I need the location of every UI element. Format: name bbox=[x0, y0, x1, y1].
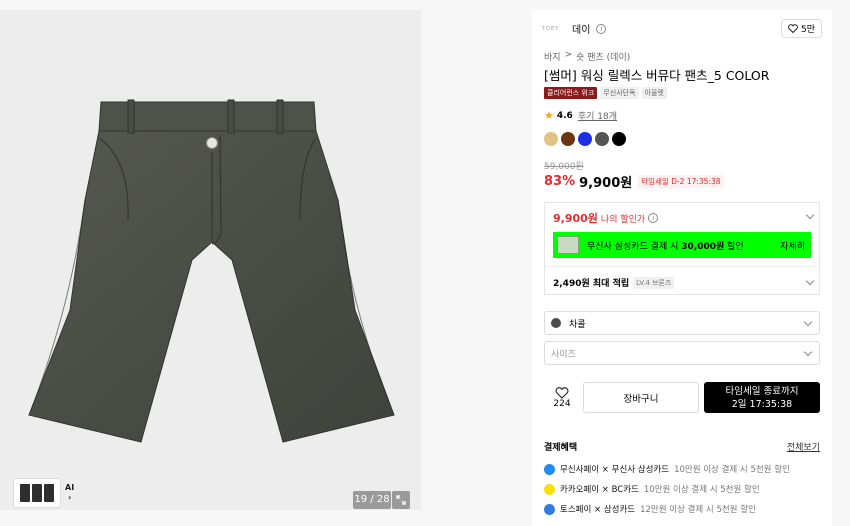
musinsa-pay-icon bbox=[544, 463, 555, 475]
card-promo-amount: 30,000원 bbox=[681, 241, 725, 252]
card-promo-text: 무신사 삼성카드 결제 시 30,000원 할인 bbox=[587, 239, 744, 252]
color-swatch[interactable] bbox=[595, 132, 609, 146]
color-select-value: 차콜 bbox=[569, 319, 586, 330]
my-price-label: 나의 할인가 bbox=[600, 214, 646, 225]
wishlist-button[interactable]: 224 bbox=[544, 386, 580, 409]
color-select[interactable]: 차콜 bbox=[544, 311, 820, 335]
product-title: [썸머] 워싱 릴렉스 버뮤다 팬츠_5 COLOR bbox=[544, 68, 770, 83]
thumbnail[interactable] bbox=[13, 478, 61, 508]
payment-benefit-detail: 12만원 이상 결제 시 5천원 할인 bbox=[640, 505, 756, 515]
color-swatch[interactable] bbox=[612, 132, 626, 146]
thumbnail-image bbox=[44, 484, 54, 502]
payment-benefit-row: 무신사페이 × 무신사 삼성카드 10만원 이상 결제 시 5천원 할인 bbox=[544, 463, 790, 475]
review-link[interactable]: 후기 18개 bbox=[578, 109, 617, 122]
breadcrumb-item[interactable]: 숏 팬츠 (데이) bbox=[576, 50, 630, 63]
color-swatch[interactable] bbox=[578, 132, 592, 146]
brand-name[interactable]: 데이 bbox=[572, 21, 590, 36]
tag-outlet: 아울렛 bbox=[641, 87, 667, 99]
color-swatches bbox=[544, 132, 626, 146]
my-price-value: 9,900원 bbox=[553, 212, 598, 225]
payment-benefits-heading: 결제혜택 bbox=[544, 443, 578, 453]
discount-rate: 83% bbox=[544, 174, 576, 189]
payment-benefit-detail: 10만원 이상 결제 시 5천원 할인 bbox=[643, 485, 760, 495]
like-count: 5만 bbox=[800, 25, 815, 35]
card-image bbox=[557, 236, 579, 254]
heart-icon bbox=[555, 386, 569, 399]
like-button[interactable]: 5만 bbox=[780, 19, 822, 38]
payment-benefit-title: 무신사페이 × 무신사 삼성카드 bbox=[560, 465, 670, 475]
product-tags: 클리어런스 위크 무신사단독 아울렛 bbox=[544, 87, 667, 99]
size-select[interactable]: 사이즈 bbox=[544, 341, 820, 365]
color-dot bbox=[551, 318, 561, 328]
breadcrumb: 바지 > 숏 팬츠 (데이) bbox=[544, 50, 630, 63]
tag-exclusive: 무신사단독 bbox=[600, 87, 639, 99]
points-row[interactable]: 2,490원 최대 적립 LV.4 브론즈 bbox=[553, 276, 675, 289]
color-swatch[interactable] bbox=[561, 132, 575, 146]
chevron-down-icon[interactable] bbox=[805, 210, 815, 220]
rating-value: 4.6 bbox=[556, 110, 573, 121]
card-promo-banner[interactable]: 무신사 삼성카드 결제 시 30,000원 할인 자세히 bbox=[553, 232, 811, 258]
thumbnail-image bbox=[32, 484, 42, 502]
star-icon: ★ bbox=[544, 109, 554, 122]
buy-now-button[interactable]: 타임세일 종료까지 2일 17:35:38 bbox=[704, 382, 820, 413]
view-all-link[interactable]: 전체보기 bbox=[787, 440, 820, 453]
product-image bbox=[28, 99, 395, 443]
wishlist-count: 224 bbox=[553, 398, 571, 409]
thumbnail-image bbox=[20, 484, 30, 502]
payment-benefit-title: 카카오페이 × BC카드 bbox=[560, 485, 639, 495]
card-promo-suffix: 할인 bbox=[724, 241, 744, 252]
my-price-row[interactable]: 9,900원 나의 할인가 i bbox=[553, 210, 659, 226]
toss-pay-icon bbox=[544, 503, 555, 515]
ai-thumbnail-toggle[interactable]: AI › bbox=[65, 483, 74, 503]
payment-benefit-detail: 10만원 이상 결제 시 5천원 할인 bbox=[674, 465, 790, 475]
card-detail-link[interactable]: 자세히 bbox=[780, 239, 805, 252]
benefit-box: 9,900원 나의 할인가 i 무신사 삼성카드 결제 시 30,000원 할인… bbox=[544, 202, 820, 295]
payment-benefit-row: 카카오페이 × BC카드 10만원 이상 결제 시 5천원 할인 bbox=[544, 483, 760, 495]
product-gallery[interactable]: AI › 19 / 28 bbox=[0, 10, 421, 510]
info-icon[interactable]: i bbox=[596, 23, 607, 34]
purchase-actions: 224 장바구니 타임세일 종료까지 2일 17:35:38 bbox=[544, 382, 820, 413]
heart-icon bbox=[788, 24, 798, 33]
breadcrumb-item[interactable]: 바지 bbox=[544, 50, 561, 63]
timesale-badge: 타임세일 D-2 17:35:38 bbox=[638, 175, 724, 188]
expand-icon[interactable] bbox=[392, 491, 410, 509]
breadcrumb-separator: > bbox=[564, 50, 573, 60]
chevron-down-icon bbox=[803, 347, 813, 357]
sale-price: 9,900원 bbox=[579, 176, 633, 191]
product-info-panel: TOEY 데이 i 5만 바지 > 숏 팬츠 (데이) [썸머] 워싱 릴렉스 … bbox=[532, 10, 832, 526]
card-promo-prefix: 무신사 삼성카드 결제 시 bbox=[587, 241, 682, 252]
chevron-down-icon[interactable] bbox=[805, 276, 815, 286]
points-value: 2,490원 최대 적립 bbox=[553, 279, 630, 289]
buy-button-line2: 2일 17:35:38 bbox=[731, 398, 793, 410]
level-badge: LV.4 브론즈 bbox=[633, 276, 675, 289]
original-price: 59,000원 bbox=[544, 162, 584, 172]
color-swatch[interactable] bbox=[544, 132, 558, 146]
price-row: 83% 9,900원 타임세일 D-2 17:35:38 bbox=[544, 172, 724, 191]
info-icon[interactable]: i bbox=[648, 213, 659, 223]
payment-benefit-row: 토스페이 × 삼성카드 12만원 이상 결제 시 5천원 할인 bbox=[544, 503, 756, 515]
ai-label: AI bbox=[65, 483, 75, 492]
image-counter: 19 / 28 bbox=[353, 491, 391, 509]
buy-button-line1: 타임세일 종료까지 bbox=[725, 385, 799, 397]
tag-clearance: 클리어런스 위크 bbox=[544, 87, 598, 99]
divider bbox=[545, 266, 819, 267]
brand-row[interactable]: TOEY 데이 i bbox=[542, 21, 607, 36]
payment-benefit-title: 토스페이 × 삼성카드 bbox=[560, 505, 636, 515]
rating-row: ★ 4.6 후기 18개 bbox=[544, 109, 617, 122]
chevron-down-icon bbox=[803, 317, 813, 327]
size-select-placeholder: 사이즈 bbox=[551, 349, 576, 360]
brand-logo: TOEY bbox=[542, 25, 560, 32]
add-to-cart-button[interactable]: 장바구니 bbox=[583, 382, 699, 413]
chevron-right-icon: › bbox=[67, 493, 72, 502]
kakao-pay-icon bbox=[544, 483, 555, 495]
